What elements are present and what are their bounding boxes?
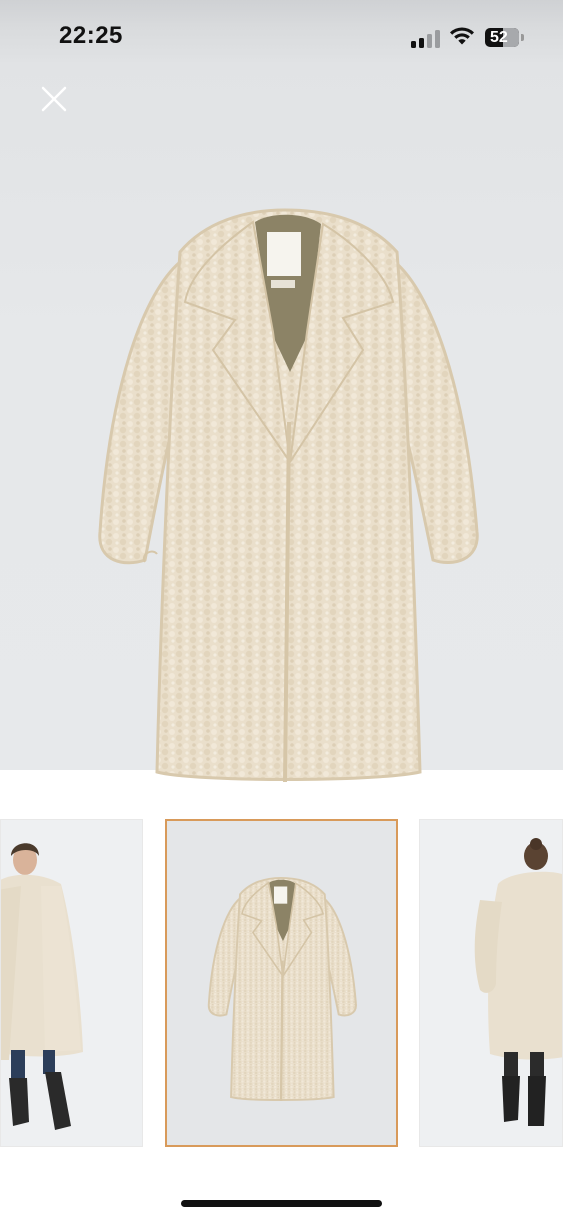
battery-cap — [521, 34, 524, 41]
main-product-image[interactable] — [0, 62, 563, 783]
status-time: 22:25 — [59, 22, 123, 49]
model-front-image — [1, 820, 142, 1146]
coat-image — [98, 208, 479, 783]
coat-thumbnail-image — [167, 821, 396, 1145]
thumbnail-model-back[interactable] — [419, 819, 563, 1147]
home-indicator[interactable] — [181, 1200, 382, 1207]
battery-icon: 52 — [485, 28, 519, 47]
thumbnail-model-front[interactable] — [0, 819, 143, 1147]
cellular-signal-icon — [411, 28, 441, 48]
wifi-icon — [450, 27, 474, 45]
thumbnail-product-selected[interactable] — [165, 819, 398, 1147]
status-bar: 22:25 52 — [0, 0, 563, 62]
battery-level: 52 — [490, 29, 508, 46]
close-icon[interactable] — [38, 86, 72, 114]
model-back-image — [420, 820, 562, 1146]
